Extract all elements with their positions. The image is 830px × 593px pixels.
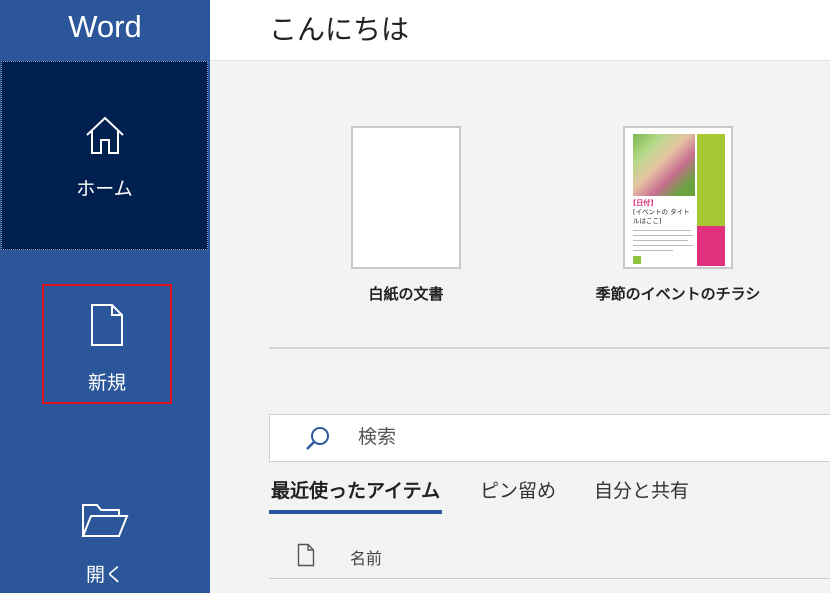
tab-pinned[interactable]: ピン留め	[480, 476, 556, 503]
template-label[interactable]: 季節のイベントのチラシ	[578, 283, 778, 304]
sidebar-item-new[interactable]: 新規	[42, 284, 172, 404]
section-divider	[269, 347, 830, 349]
tab-recent[interactable]: 最近使ったアイテム	[271, 476, 440, 503]
template-blank-document-thumbnail[interactable]	[351, 126, 461, 269]
sidebar-item-home[interactable]: ホーム	[1, 61, 208, 250]
header-bar: こんにちは	[210, 0, 830, 61]
new-document-icon	[91, 304, 123, 346]
flyer-text-line	[633, 240, 688, 241]
template-seasonal-flyer-thumbnail[interactable]: [日付] [イベントの タイトルはここ]	[623, 126, 733, 269]
flyer-green-panel	[697, 134, 725, 226]
word-start-screen: Word ホーム 新規 開く こんにちは 白紙の文書 [日付] [イベントの タ…	[0, 0, 830, 593]
flyer-text-line	[633, 230, 691, 231]
search-input[interactable]	[358, 426, 758, 448]
flyer-photo	[633, 134, 695, 196]
greeting: こんにちは	[269, 13, 410, 46]
flyer-pink-panel	[697, 226, 725, 266]
flyer-logo-mark	[633, 256, 641, 264]
active-tab-indicator	[269, 510, 442, 514]
main-pane: こんにちは 白紙の文書 [日付] [イベントの タイトルはここ] 季節のイベント…	[210, 0, 830, 593]
sidebar-item-label: ホーム	[76, 178, 133, 200]
search-box[interactable]	[269, 414, 830, 462]
search-icon	[306, 427, 329, 450]
sidebar-item-open[interactable]: 開く	[0, 480, 210, 593]
list-header-divider	[269, 578, 830, 579]
column-header-name[interactable]: 名前	[350, 545, 382, 569]
flyer-date-text: [日付]	[633, 199, 654, 207]
flyer-text-line	[633, 235, 693, 236]
home-icon	[85, 116, 124, 154]
sidebar: Word ホーム 新規 開く	[0, 0, 210, 593]
app-title: Word	[68, 9, 142, 44]
folder-open-icon	[81, 504, 129, 537]
flyer-text-line	[633, 250, 673, 251]
template-label[interactable]: 白紙の文書	[341, 283, 471, 304]
sidebar-item-label: 開く	[85, 564, 124, 586]
tab-shared-with-me[interactable]: 自分と共有	[594, 476, 689, 503]
document-type-icon	[297, 543, 315, 567]
sidebar-item-label: 新規	[87, 372, 126, 394]
flyer-title-text: [イベントの タイトルはここ]	[633, 208, 690, 225]
flyer-text-line	[633, 245, 693, 246]
